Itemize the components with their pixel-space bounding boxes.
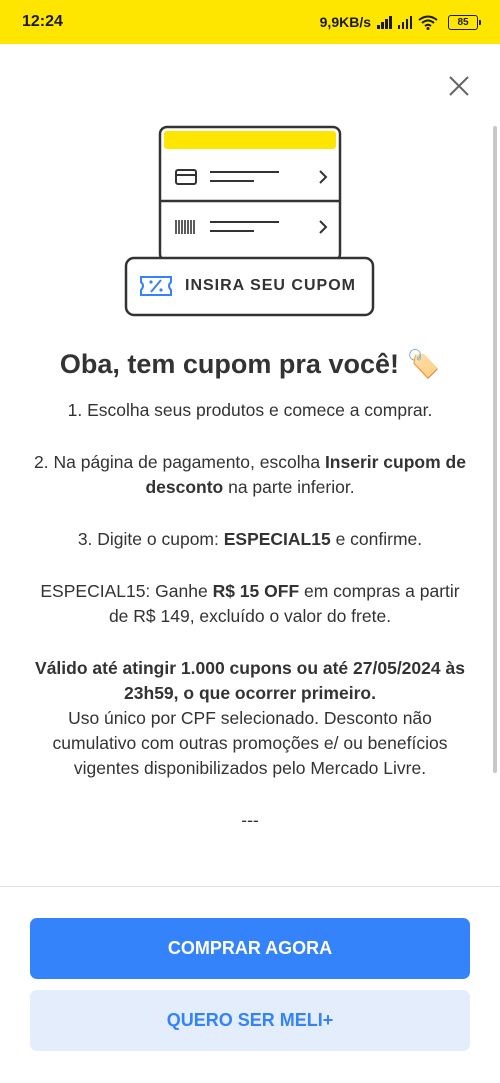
coupon-label: INSIRA SEU CUPOM (185, 277, 356, 294)
step-1: 1. Escolha seus produtos e comece a comp… (67, 400, 433, 420)
page-title: Oba, tem cupom pra você! 🏷️ (59, 349, 441, 379)
offer-text: ESPECIAL15: Ganhe R$ 15 OFF em compras a… (40, 581, 460, 626)
terms-validity: Válido até atingir 1.000 cupons ou até 2… (35, 658, 465, 703)
instructions: 1. Escolha seus produtos e comece a comp… (30, 398, 470, 833)
wifi-icon (418, 15, 438, 30)
buy-now-button[interactable]: COMPRAR AGORA (30, 918, 470, 979)
scrollbar[interactable] (493, 126, 497, 773)
step-3: 3. Digite o cupom: ESPECIAL15 e confirme… (77, 529, 423, 549)
footer-divider (0, 886, 500, 887)
separator-text: --- (241, 810, 259, 830)
meli-plus-button[interactable]: QUERO SER MELI+ (30, 990, 470, 1051)
network-speed: 9,9KB/s (319, 14, 371, 30)
coupon-illustration: INSIRA SEU CUPOM (124, 125, 376, 317)
status-bar: 12:24 9,9KB/s 85 (0, 0, 500, 44)
battery-icon: 85 (448, 14, 481, 30)
status-indicators: 9,9KB/s 85 (319, 14, 481, 30)
status-time: 12:24 (22, 13, 63, 30)
step-2: 2. Na página de pagamento, escolha Inser… (34, 452, 466, 497)
terms-usage: Uso único por CPF selecionado. Desconto … (52, 708, 448, 778)
signal-icon (377, 15, 392, 29)
close-icon[interactable] (446, 73, 472, 99)
signal-icon-2 (397, 15, 412, 29)
